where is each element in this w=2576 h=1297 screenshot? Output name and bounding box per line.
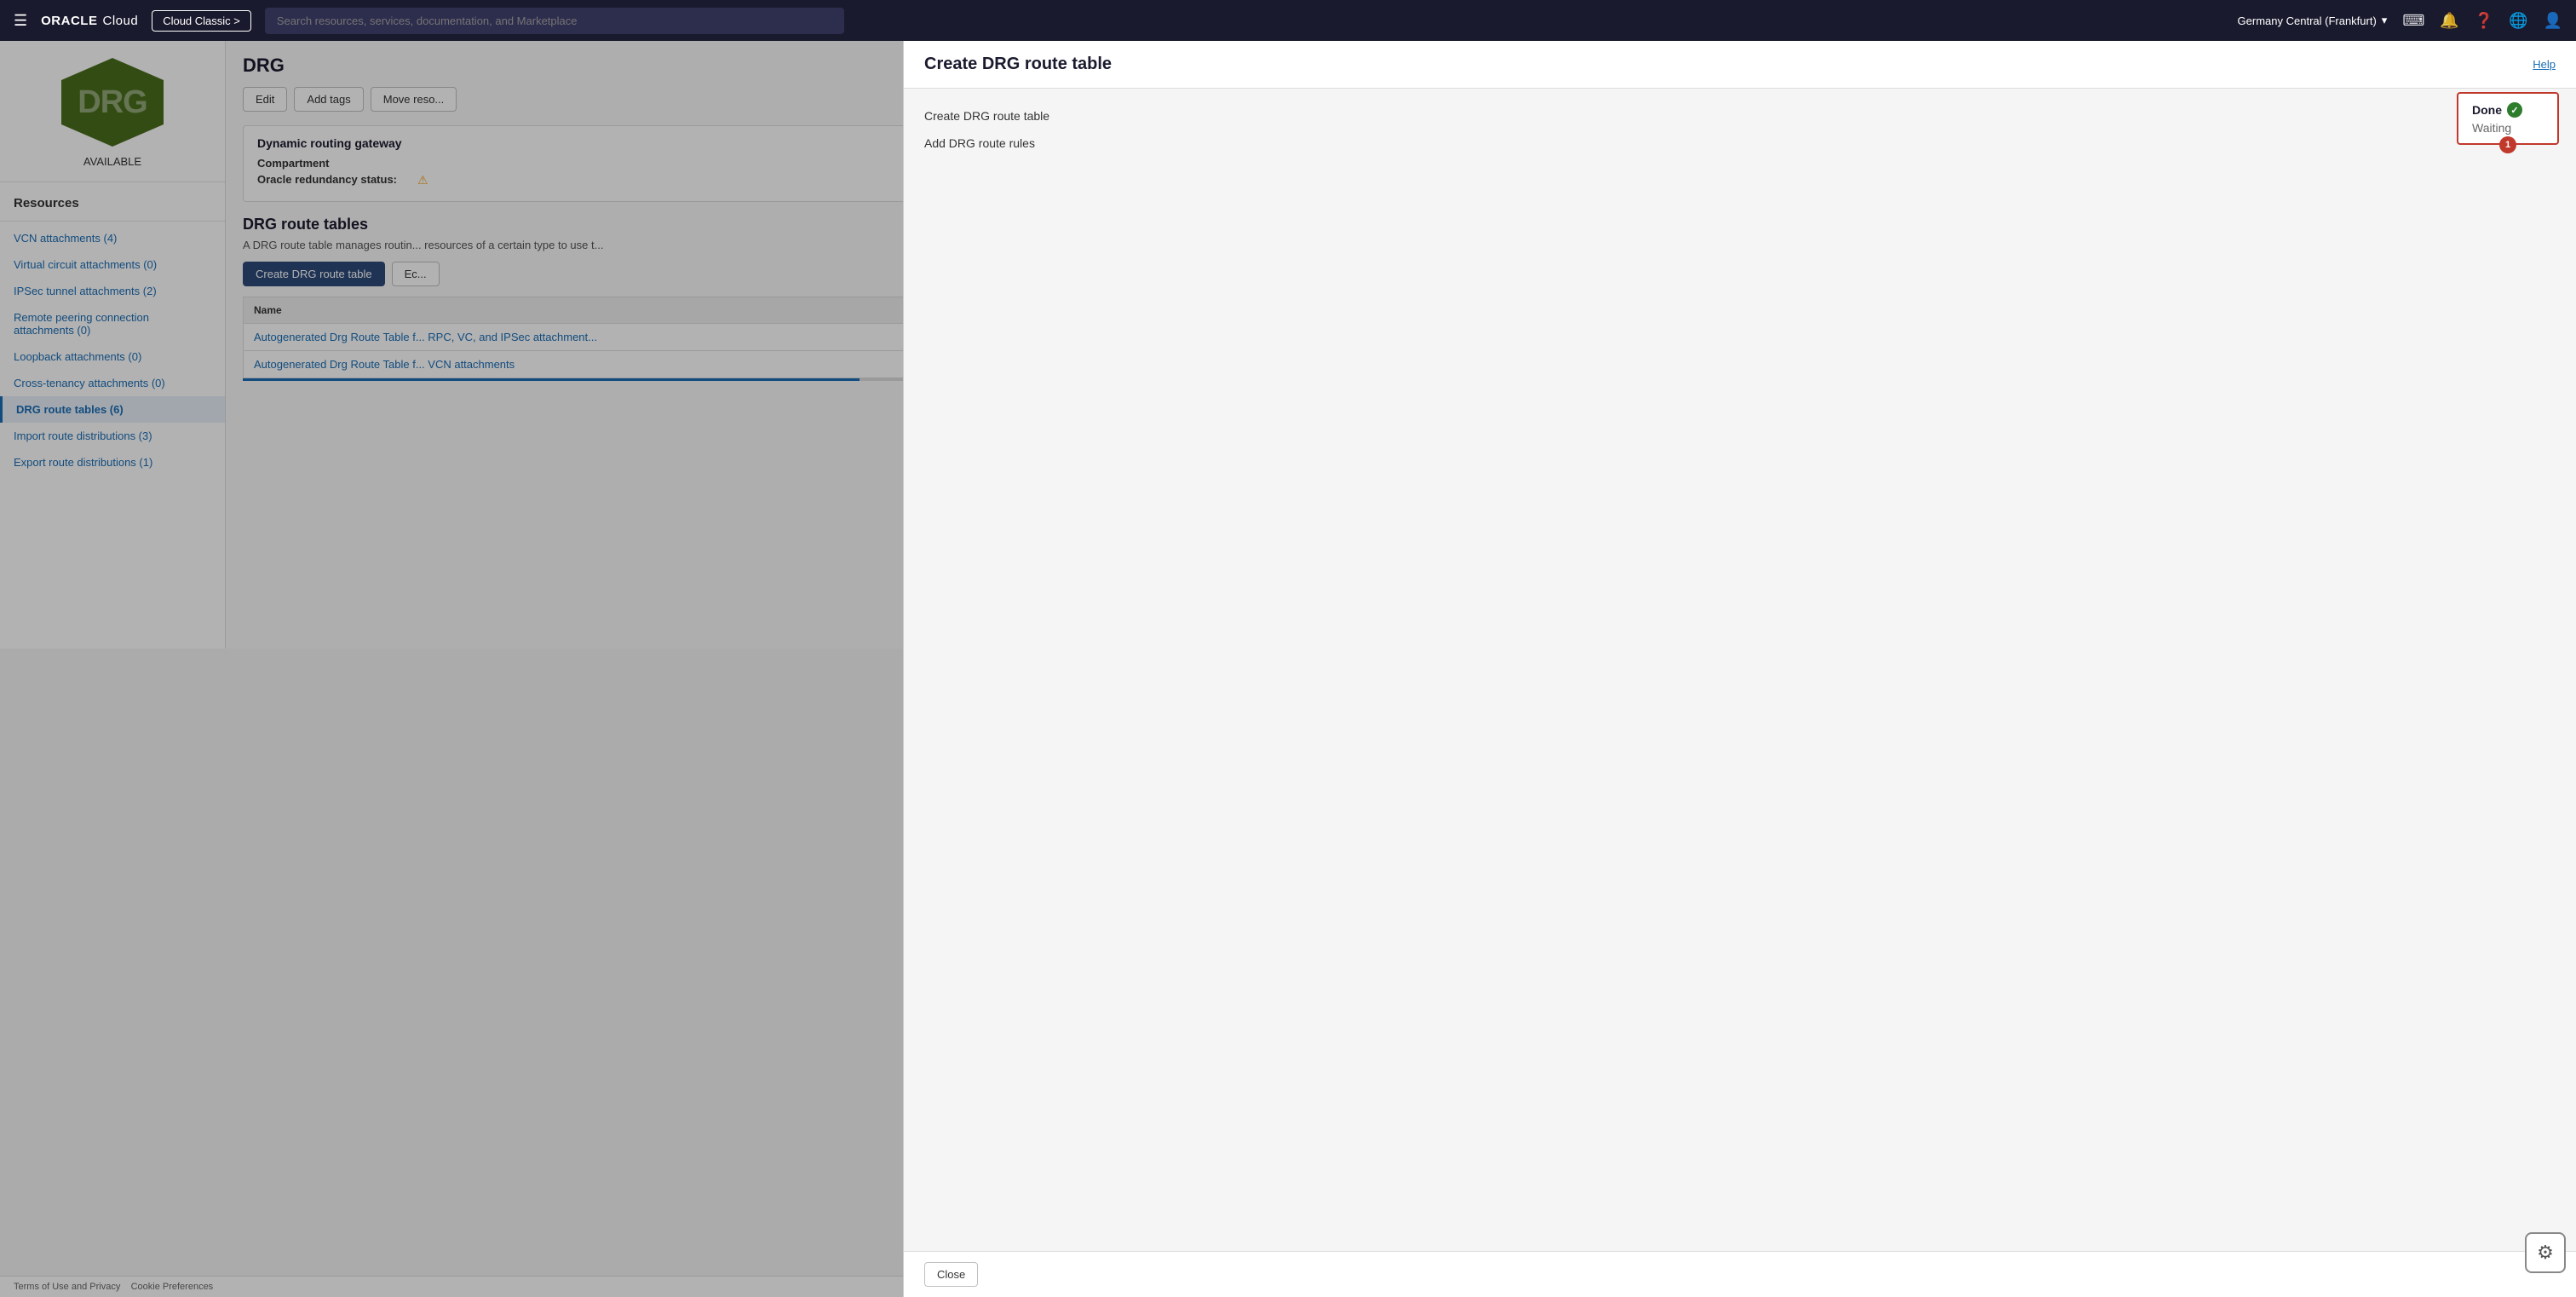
step-2-label: Add DRG route rules [924,136,1035,150]
modal-panel: Create DRG route table Help Create DRG r… [903,41,2576,1297]
oracle-brand-text: ORACLE [41,14,97,28]
nav-right-section: Germany Central (Frankfurt) ▾ ⌨ 🔔 ❓ 🌐 👤 [2238,12,2562,30]
help-widget-icon: ⚙ [2537,1242,2554,1264]
modal-title: Create DRG route table [924,55,1112,74]
notifications-bell-icon[interactable]: 🔔 [2440,12,2458,30]
done-label: Done [2472,103,2502,117]
modal-overlay: Create DRG route table Help Create DRG r… [0,41,2576,1297]
step-add-route-rules: Add DRG route rules [924,136,2556,150]
search-input[interactable] [265,8,844,34]
top-navigation: ☰ ORACLE Cloud Cloud Classic > Germany C… [0,0,2576,41]
oracle-logo: ORACLE Cloud [41,14,138,28]
region-label: Germany Central (Frankfurt) [2238,14,2377,27]
status-panel: Done ✓ Waiting 1 [2457,92,2559,145]
step-1-label: Create DRG route table [924,109,1049,123]
cloud-brand-text: Cloud [102,14,138,28]
status-waiting-row: Waiting [2472,121,2544,135]
step-create-route-table: Create DRG route table [924,109,2556,123]
modal-header: Create DRG route table Help [904,41,2576,89]
step-badge-number: 1 [2499,136,2516,153]
region-selector[interactable]: Germany Central (Frankfurt) ▾ [2238,14,2388,27]
modal-body: Create DRG route table Add DRG route rul… [904,89,2576,1251]
status-done-row: Done ✓ [2472,102,2544,118]
user-profile-icon[interactable]: 👤 [2544,12,2562,30]
language-globe-icon[interactable]: 🌐 [2509,12,2527,30]
cloud-classic-button[interactable]: Cloud Classic > [152,10,251,32]
developer-tools-icon[interactable]: ⌨ [2402,12,2424,30]
waiting-label: Waiting [2472,121,2511,135]
region-chevron-icon: ▾ [2382,14,2388,27]
close-modal-button[interactable]: Close [924,1262,978,1287]
modal-help-link[interactable]: Help [2533,58,2556,71]
done-check-icon: ✓ [2507,102,2522,118]
modal-footer: Close [904,1251,2576,1297]
help-widget-button[interactable]: ⚙ [2525,1232,2566,1273]
hamburger-menu-icon[interactable]: ☰ [14,12,27,30]
steps-list: Create DRG route table Add DRG route rul… [924,109,2556,150]
overlay-dimmed-area [0,41,451,1297]
help-question-icon[interactable]: ❓ [2475,12,2493,30]
